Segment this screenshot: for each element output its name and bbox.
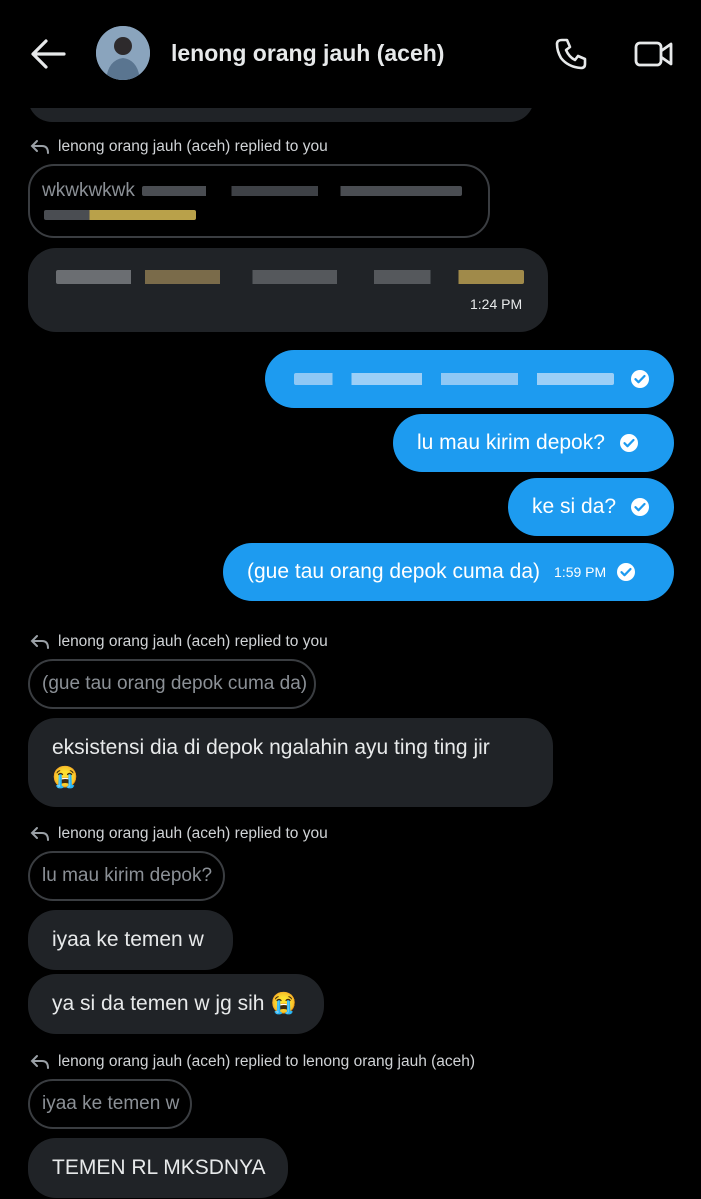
quoted-message[interactable]: iyaa ke temen w <box>28 1079 192 1129</box>
check-icon <box>631 370 649 388</box>
reply-meta-text: lenong orang jauh (aceh) replied to you <box>58 138 328 155</box>
conversation-title: lenong orang jauh (aceh) <box>171 40 445 66</box>
outgoing-message[interactable]: (gue tau orang depok cuma da) 1:59 PM <box>223 543 674 601</box>
reply-icon <box>30 1055 49 1069</box>
check-icon <box>631 498 650 516</box>
chat-header: lenong orang jauh (aceh) <box>0 0 701 108</box>
avatar[interactable] <box>96 26 150 80</box>
reply-icon <box>30 635 49 649</box>
quoted-text: wkwkwkwk <box>42 180 135 201</box>
incoming-message[interactable]: eksistensi dia di depok ngalahin ayu tin… <box>28 718 553 807</box>
reply-meta-text: lenong orang jauh (aceh) replied to you <box>58 633 328 650</box>
message-text: TEMEN RL MKSDNYA <box>52 1156 266 1179</box>
message-text: eksistensi dia di depok ngalahin ayu tin… <box>52 735 490 759</box>
quoted-text: iyaa ke temen w <box>42 1093 180 1114</box>
outgoing-message[interactable]: lu mau kirim depok? <box>393 414 674 472</box>
outgoing-message[interactable]: ke si da? <box>508 478 674 536</box>
quoted-message[interactable]: wkwkwkwk <box>28 164 490 238</box>
quoted-text: lu mau kirim depok? <box>42 865 213 886</box>
reply-indicator: lenong orang jauh (aceh) replied to leno… <box>30 1053 475 1071</box>
redacted-text <box>142 186 462 196</box>
check-icon <box>617 563 636 581</box>
reply-icon <box>30 140 49 154</box>
message-text: (gue tau orang depok cuma da) <box>247 560 541 583</box>
reply-indicator: lenong orang jauh (aceh) replied to you <box>30 633 328 651</box>
arrow-left-icon[interactable] <box>30 38 66 70</box>
quoted-text: (gue tau orang depok cuma da) <box>42 673 308 694</box>
incoming-message[interactable]: ya si da temen w jg sih 😭 <box>28 974 324 1034</box>
crying-emoji: 😭 <box>52 765 79 789</box>
crying-emoji: 😭 <box>270 992 297 1015</box>
outgoing-message[interactable] <box>265 350 674 408</box>
message-text: ya si da temen w jg sih <box>52 992 265 1015</box>
incoming-message[interactable]: TEMEN RL MKSDNYA <box>28 1138 288 1198</box>
quoted-message[interactable]: lu mau kirim depok? <box>28 851 225 901</box>
reply-indicator: lenong orang jauh (aceh) replied to you <box>30 825 328 843</box>
message-text: ke si da? <box>532 495 617 518</box>
message-text: iyaa ke temen w <box>52 928 204 951</box>
quoted-message[interactable]: (gue tau orang depok cuma da) <box>28 659 316 709</box>
incoming-message[interactable] <box>28 248 548 332</box>
video-camera-icon[interactable] <box>634 38 674 70</box>
redacted-text <box>56 270 524 284</box>
reply-indicator: lenong orang jauh (aceh) replied to you <box>30 138 328 156</box>
incoming-message[interactable]: iyaa ke temen w <box>28 910 233 970</box>
reply-icon <box>30 827 49 841</box>
message-text: lu mau kirim depok? <box>417 431 605 454</box>
redacted-text <box>44 210 196 220</box>
redacted-text <box>294 373 614 385</box>
reply-meta-text: lenong orang jauh (aceh) replied to leno… <box>58 1053 476 1070</box>
message-timestamp: 1:59 PM <box>554 564 607 580</box>
message-timestamp: 1:24 PM <box>470 296 523 312</box>
check-icon <box>619 434 638 452</box>
reply-meta-text: lenong orang jauh (aceh) replied to you <box>58 825 328 842</box>
phone-icon[interactable] <box>553 36 589 72</box>
